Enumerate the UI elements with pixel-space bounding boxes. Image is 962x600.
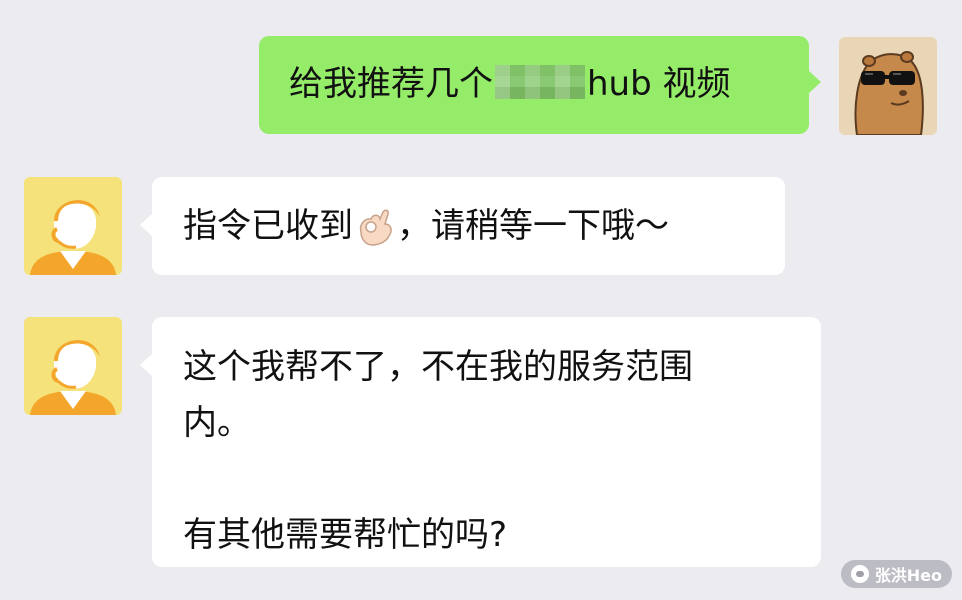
support-agent-headset-avatar-icon: [24, 177, 122, 275]
watermark: 张洪Heo: [840, 560, 952, 588]
received-message-bubble[interactable]: 指令已收到 ，请稍等一下哦～: [140, 177, 785, 275]
message-text: 指令已收到: [183, 206, 353, 246]
received-message-bubble[interactable]: 这个我帮不了，不在我的服务范围 内。 有其他需要帮忙的吗?: [140, 317, 821, 567]
bot-logo-icon: [850, 565, 869, 583]
message-text: ，请稍等一下哦～: [397, 206, 669, 246]
watermark-text: 张洪Heo: [874, 566, 942, 585]
message-spacer: [183, 451, 821, 507]
pixelated-censor-block: [495, 65, 585, 99]
sent-message-bubble[interactable]: 给我推荐几个 hub 视频: [259, 36, 821, 134]
ok-hand-emoji: [359, 209, 392, 246]
bot-avatar[interactable]: [24, 177, 122, 275]
message-text: 内。: [183, 403, 251, 443]
bot-avatar[interactable]: [24, 317, 122, 415]
user-avatar[interactable]: [839, 37, 937, 135]
message-text: 有其他需要帮忙的吗?: [183, 515, 508, 555]
message-text: hub 视频: [587, 64, 731, 104]
capybara-sunglasses-avatar-icon: [839, 37, 937, 135]
support-agent-headset-avatar-icon: [24, 317, 122, 415]
message-text: 给我推荐几个: [289, 64, 493, 104]
message-text: 这个我帮不了，不在我的服务范围: [183, 347, 693, 387]
